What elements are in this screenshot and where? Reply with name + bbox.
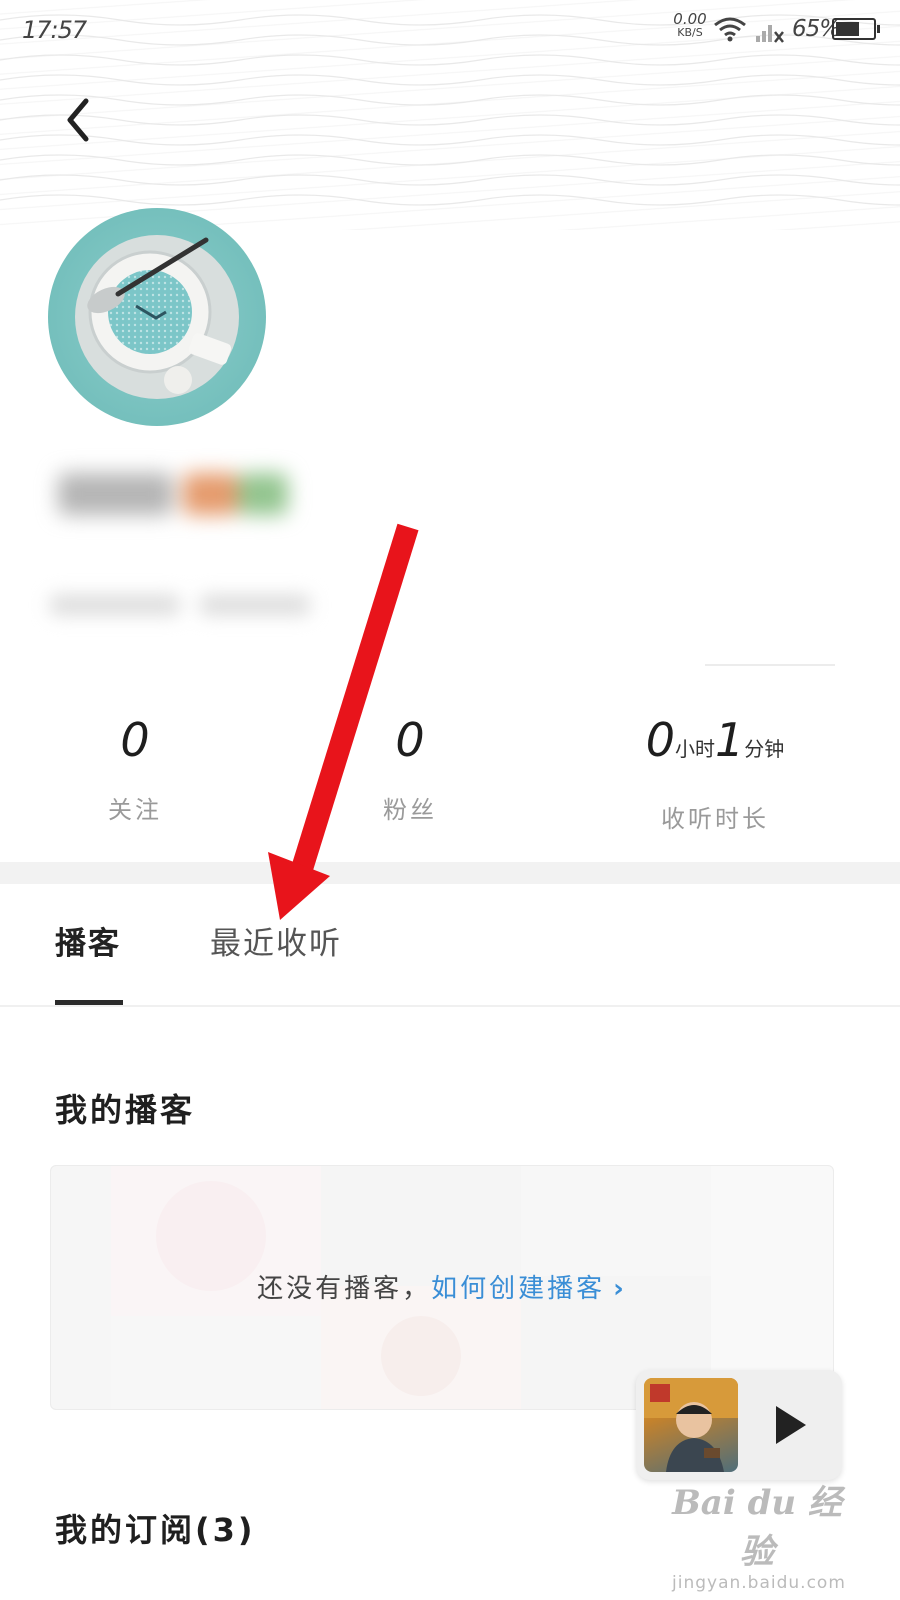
following-count: 0 bbox=[120, 713, 150, 767]
status-bar: 17:57 0.00 KB/S 65% bbox=[0, 0, 900, 60]
network-speed-unit: KB/S bbox=[677, 26, 703, 39]
tab-divider bbox=[0, 1005, 900, 1007]
stat-following[interactable]: 0 关注 bbox=[90, 712, 180, 825]
back-button[interactable] bbox=[58, 95, 104, 145]
baidu-jingyan-watermark: Bai du 经验 jingyan.baidu.com bbox=[672, 1475, 846, 1593]
watermark-brand: Bai du 经验 bbox=[672, 1483, 842, 1572]
wifi-icon bbox=[714, 17, 746, 42]
now-playing-cover[interactable] bbox=[644, 1378, 738, 1472]
my-subscriptions-title: 我的订阅(3) bbox=[55, 1511, 256, 1549]
section-gap bbox=[0, 862, 900, 884]
listen-minutes-unit: 分钟 bbox=[744, 737, 785, 761]
listen-time-label: 收听时长 bbox=[661, 805, 769, 833]
followers-count: 0 bbox=[395, 713, 425, 767]
chevron-right-icon: › bbox=[613, 1274, 627, 1304]
avatar[interactable] bbox=[48, 208, 266, 426]
create-link-label: 如何创建播客 bbox=[431, 1274, 606, 1304]
network-speed-value: 0.00 bbox=[673, 10, 707, 28]
listen-hours: 0 bbox=[645, 713, 675, 767]
listen-minutes: 1 bbox=[715, 713, 745, 767]
signal-icon bbox=[756, 25, 784, 43]
tab-recently-played[interactable]: 最近收听 bbox=[210, 918, 342, 963]
stat-followers[interactable]: 0 粉丝 bbox=[360, 712, 460, 825]
username-redacted bbox=[48, 455, 298, 535]
how-to-create-podcast-link[interactable]: 如何创建播客 › bbox=[431, 1274, 627, 1304]
listen-time-value: 0小时1分钟 bbox=[630, 712, 800, 777]
listen-hours-unit: 小时 bbox=[675, 737, 715, 761]
my-podcasts-title: 我的播客 bbox=[55, 1091, 196, 1129]
bio-redacted bbox=[40, 585, 320, 625]
battery-icon bbox=[832, 18, 880, 40]
divider bbox=[705, 664, 835, 666]
following-label: 关注 bbox=[108, 796, 162, 824]
empty-state-text: 还没有播客， bbox=[257, 1274, 432, 1304]
stat-listen-time: 0小时1分钟 收听时长 bbox=[630, 712, 800, 834]
play-button[interactable] bbox=[768, 1400, 812, 1450]
tab-podcasts[interactable]: 播客 bbox=[55, 918, 121, 963]
status-time: 17:57 bbox=[22, 16, 87, 44]
empty-state-row: 还没有播客，如何创建播客 › bbox=[51, 1268, 833, 1305]
watermark-url: jingyan.baidu.com bbox=[672, 1573, 846, 1593]
followers-label: 粉丝 bbox=[383, 796, 437, 824]
network-speed: 0.00 KB/S bbox=[672, 12, 708, 40]
